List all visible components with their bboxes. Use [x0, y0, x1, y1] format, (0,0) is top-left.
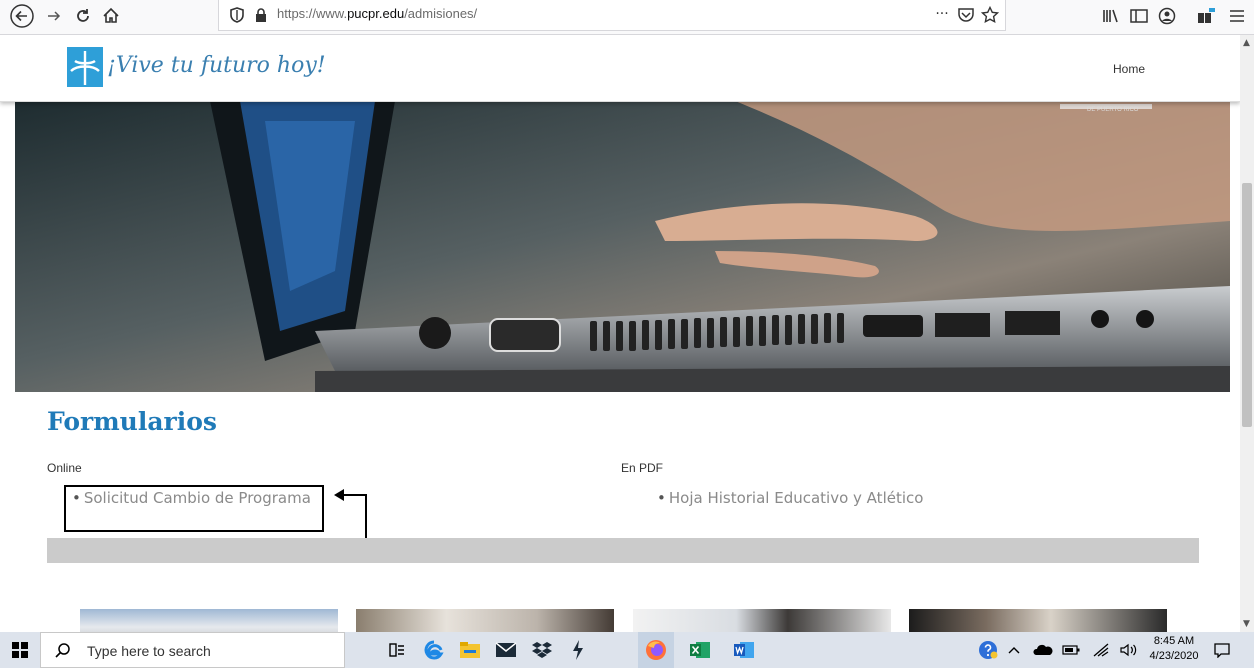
library-icon[interactable]: [1100, 4, 1122, 28]
hero-overlay-text: DE PUERTO RICO: [1087, 107, 1139, 113]
pdf-label: En PDF: [621, 461, 664, 475]
word-icon[interactable]: [726, 632, 762, 668]
battery-icon[interactable]: [1058, 632, 1084, 668]
thumbnail-building[interactable]: [80, 609, 338, 632]
system-clock[interactable]: 8:45 AM 4/23/2020: [1148, 634, 1200, 664]
logo-slogan[interactable]: ¡Vive tu futuro hoy!: [107, 53, 326, 78]
windows-start-icon[interactable]: [2, 632, 38, 668]
tracking-shield-icon[interactable]: [227, 3, 247, 27]
scrollbar-thumb[interactable]: [1242, 183, 1252, 427]
search-icon: [55, 642, 71, 662]
wifi-icon[interactable]: [1088, 632, 1114, 668]
url-text[interactable]: https://www.pucpr.edu/admisiones/: [277, 6, 477, 21]
link-label[interactable]: Hoja Historial Educativo y Atlético: [669, 489, 924, 507]
page-actions-icon[interactable]: ···: [931, 2, 953, 26]
help-icon[interactable]: [970, 632, 1006, 668]
nav-home-link[interactable]: Home: [1113, 62, 1145, 76]
thumbnail-video-call[interactable]: [909, 609, 1167, 632]
page-scrollbar[interactable]: ▲ ▼: [1240, 35, 1254, 632]
taskbar-search-box[interactable]: Type here to search: [40, 632, 345, 668]
home-icon[interactable]: [100, 4, 122, 28]
university-logo[interactable]: [67, 47, 103, 87]
thumbnail-group-photo[interactable]: [356, 609, 614, 632]
extension-icon[interactable]: [1196, 4, 1218, 28]
sidebar-icon[interactable]: [1128, 4, 1150, 28]
volume-icon[interactable]: [1116, 632, 1144, 668]
page-title: Formularios: [47, 407, 217, 436]
online-label: Online: [47, 461, 82, 475]
url-bar[interactable]: https://www.pucpr.edu/admisiones/ ···: [218, 0, 1006, 31]
hamburger-menu-icon[interactable]: [1226, 4, 1248, 28]
reload-icon[interactable]: [72, 4, 94, 28]
firefox-icon[interactable]: [638, 632, 674, 668]
file-explorer-icon[interactable]: [452, 632, 488, 668]
bookmark-star-icon[interactable]: [979, 3, 1001, 27]
lock-icon[interactable]: [253, 3, 269, 27]
browser-toolbar: https://www.pucpr.edu/admisiones/ ···: [0, 0, 1254, 35]
page-viewport: ¡Vive tu futuro hoy! Home DE PUERTO RICO…: [0, 35, 1240, 632]
windows-taskbar: Type here to search 8:45 AM 4/23/2020: [0, 632, 1254, 668]
notifications-icon[interactable]: [1208, 632, 1236, 668]
hoja-historial-link[interactable]: • Hoja Historial Educativo y Atlético: [657, 489, 923, 507]
mail-icon[interactable]: [488, 632, 524, 668]
pocket-icon[interactable]: [956, 3, 976, 27]
dropbox-icon[interactable]: [524, 632, 560, 668]
scroll-down-icon[interactable]: ▼: [1243, 619, 1250, 629]
onedrive-icon[interactable]: [1030, 632, 1056, 668]
clock-time: 8:45 AM: [1153, 635, 1195, 647]
edge-icon[interactable]: [416, 632, 452, 668]
hero-image: DE PUERTO RICO: [15, 101, 1230, 392]
clock-date: 4/23/2020: [1149, 650, 1199, 662]
highlight-box: [64, 485, 324, 532]
search-placeholder: Type here to search: [87, 643, 211, 659]
back-icon[interactable]: [8, 4, 36, 28]
task-view-icon[interactable]: [379, 632, 415, 668]
account-icon[interactable]: [1156, 4, 1178, 28]
chevron-up-icon[interactable]: [1002, 632, 1026, 668]
excel-icon[interactable]: [682, 632, 718, 668]
site-header: ¡Vive tu futuro hoy! Home: [0, 35, 1240, 102]
forward-icon[interactable]: [44, 4, 64, 28]
lightning-app-icon[interactable]: [560, 632, 596, 668]
bullet: •: [657, 489, 666, 507]
thumbnail-student[interactable]: [633, 609, 891, 632]
scroll-up-icon[interactable]: ▲: [1243, 38, 1250, 48]
section-divider-band: [47, 538, 1199, 563]
